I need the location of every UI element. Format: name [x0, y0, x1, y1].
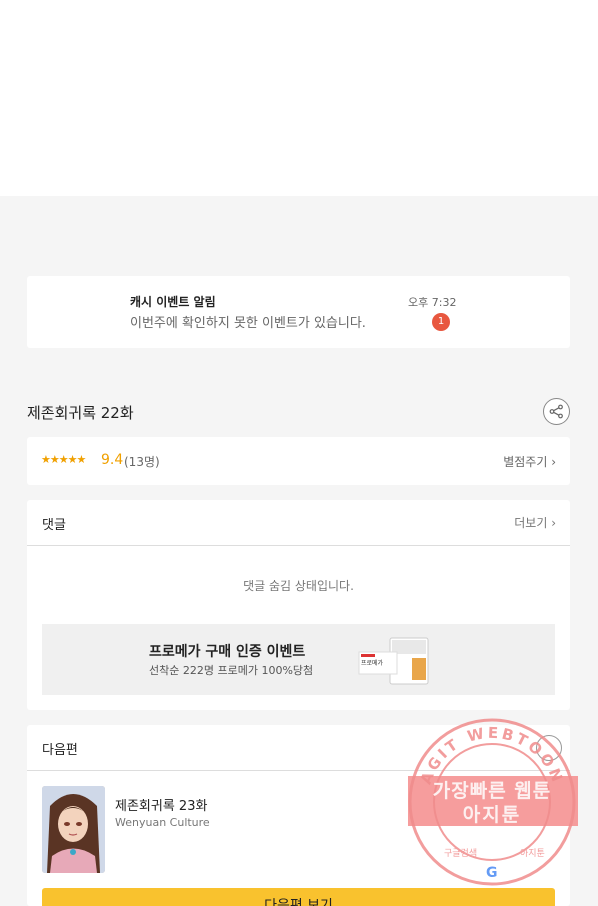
event-banner[interactable]: 프로메가 구매 인증 이벤트 선착순 222명 프로메가 100%당첨 프로메가: [42, 624, 555, 695]
banner-title: 프로메가 구매 인증 이벤트: [149, 644, 306, 660]
notification-badge: 1: [432, 313, 450, 331]
notification-card[interactable]: 캐시 이벤트 알림 이번주에 확인하지 못한 이벤트가 있습니다. 오후 7:3…: [27, 276, 570, 348]
banner-subtitle: 선착순 222명 프로메가 100%당첨: [149, 664, 314, 677]
rating-card: ★★★★★ 9.4 (13명) 별점주기 ›: [27, 437, 570, 485]
comments-more-link[interactable]: 더보기 ›: [514, 514, 556, 531]
watermark-bottom-left: 구글검색: [444, 847, 477, 859]
watermark-line1: 가장빠른 웹툰: [432, 780, 552, 802]
product-image: 프로메가: [358, 637, 429, 685]
top-blank-area: [0, 0, 598, 196]
rating-count: (13명): [124, 455, 160, 469]
google-logo: G: [486, 865, 498, 881]
next-episode-thumbnail[interactable]: [42, 786, 105, 873]
episode-title: 제존회귀록 22화: [27, 404, 134, 422]
next-episode-author: Wenyuan Culture: [115, 816, 210, 829]
share-icon: [549, 404, 563, 419]
rating-stars: ★★★★★: [41, 453, 86, 466]
rating-score: 9.4: [101, 452, 124, 468]
comments-header: 댓글 더보기 ›: [27, 500, 570, 546]
rate-button[interactable]: 별점주기 ›: [503, 453, 556, 470]
watermark-line2: 아지툰: [462, 804, 522, 826]
comments-card: 댓글 더보기 › 댓글 숨김 상태입니다. 프로메가 구매 인증 이벤트 선착순…: [27, 500, 570, 710]
next-episode-title: 제존회귀록 23화: [115, 799, 208, 814]
watermark-bottom-right: 아지툰: [520, 848, 545, 859]
notification-time: 오후 7:32: [408, 296, 457, 309]
notification-message: 이번주에 확인하지 못한 이벤트가 있습니다.: [130, 316, 366, 331]
comments-label: 댓글: [42, 518, 66, 533]
product-label: 프로메가: [361, 659, 384, 667]
notification-title: 캐시 이벤트 알림: [130, 295, 216, 309]
comments-hidden-notice: 댓글 숨김 상태입니다.: [243, 579, 354, 593]
next-episode-label: 다음편: [42, 743, 78, 758]
next-episode-button[interactable]: 다음편 보기: [42, 888, 555, 906]
watermark-stamp: AGIT WEBTOON 구글검색 아지툰 G 가장빠른 웹툰 아지툰: [406, 716, 578, 888]
share-button[interactable]: [543, 398, 570, 425]
